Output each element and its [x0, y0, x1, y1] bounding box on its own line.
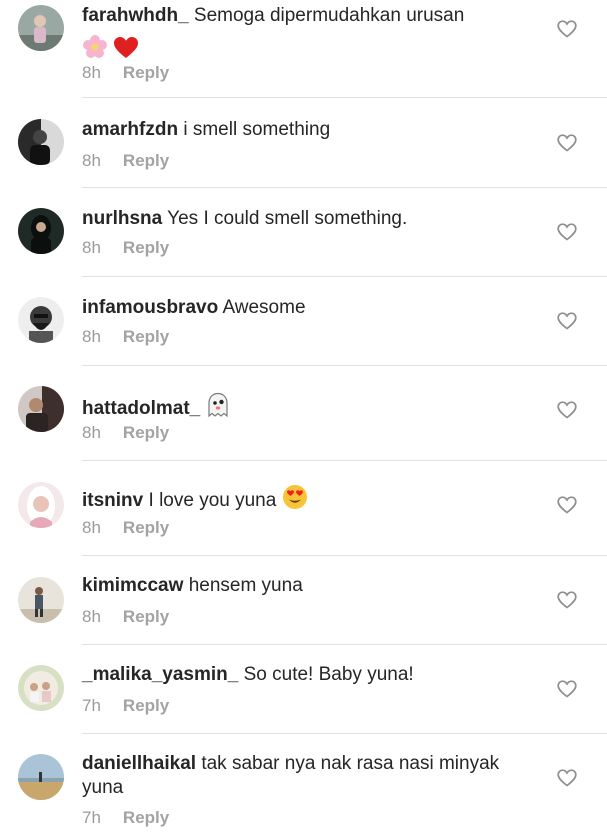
comment-meta: 7h Reply — [82, 808, 169, 828]
comment-meta: 7h Reply — [82, 696, 169, 716]
reply-button[interactable]: Reply — [123, 696, 169, 715]
timestamp: 8h — [82, 327, 101, 346]
comment-row: daniellhaikal tak sabar nya nak rasa nas… — [0, 733, 607, 835]
comment-body: hensem yuna — [188, 575, 303, 596]
username-link[interactable]: daniellhaikal — [82, 753, 196, 774]
comment-row: infamousbravo Awesome 8h Reply — [0, 276, 607, 365]
reply-button[interactable]: Reply — [123, 151, 169, 170]
username-link[interactable]: itsninv — [82, 490, 143, 511]
comment-row: itsninv I love you yuna 8h Reply — [0, 460, 607, 555]
timestamp: 7h — [82, 808, 101, 827]
comment-text: hattadolmat_ — [82, 392, 522, 425]
avatar[interactable] — [18, 119, 64, 165]
avatar[interactable] — [18, 208, 64, 254]
heart-outline-icon[interactable] — [557, 591, 577, 609]
username-link[interactable]: kimimccaw — [82, 575, 183, 596]
username-link[interactable]: infamousbravo — [82, 297, 218, 318]
comment-text: amarhfzdn i smell something — [82, 118, 522, 142]
timestamp: 8h — [82, 63, 101, 82]
timestamp: 7h — [82, 696, 101, 715]
timestamp: 8h — [82, 607, 101, 626]
reply-button[interactable]: Reply — [123, 327, 169, 346]
comment-row: _malika_yasmin_ So cute! Baby yuna! 7h Re… — [0, 644, 607, 733]
comment-text: kimimccaw hensem yuna — [82, 574, 522, 598]
comment-body: i smell something — [183, 119, 331, 140]
comment-meta: 8h Reply — [82, 63, 169, 83]
comment-row: amarhfzdn i smell something 8h Reply — [0, 98, 607, 187]
heart-outline-icon[interactable] — [557, 680, 577, 698]
reply-button[interactable]: Reply — [123, 518, 169, 537]
reply-button[interactable]: Reply — [123, 238, 169, 257]
comment-body: I love you yuna — [148, 490, 277, 511]
comment-body: Awesome — [222, 297, 306, 318]
username-link[interactable]: farahwhdh_ — [82, 5, 189, 26]
avatar[interactable] — [18, 386, 64, 432]
comment-row: hattadolmat_ 8h Reply — [0, 365, 607, 460]
reply-button[interactable]: Reply — [123, 808, 169, 827]
comment-text: daniellhaikal tak sabar nya nak rasa nas… — [82, 752, 522, 800]
comment-text: infamousbravo Awesome — [82, 296, 522, 320]
comment-body: Yes I could smell something. — [167, 208, 408, 229]
heart-outline-icon[interactable] — [557, 769, 577, 787]
avatar[interactable] — [18, 297, 64, 343]
heart-outline-icon[interactable] — [557, 223, 577, 241]
comments-list: farahwhdh_ Semoga dipermudahkan urusan 8… — [0, 0, 607, 835]
comment-meta: 8h Reply — [82, 327, 169, 347]
comment-body: Semoga dipermudahkan urusan — [193, 5, 465, 26]
avatar[interactable] — [18, 482, 64, 528]
heart-outline-icon[interactable] — [557, 496, 577, 514]
comment-meta: 8h Reply — [82, 607, 169, 627]
username-link[interactable]: nurlhsna — [82, 208, 162, 229]
comment-meta: 8h Reply — [82, 151, 169, 171]
reply-button[interactable]: Reply — [123, 607, 169, 626]
comment-meta: 8h Reply — [82, 518, 169, 538]
comment-text: nurlhsna Yes I could smell something. — [82, 207, 522, 231]
heart-outline-icon[interactable] — [557, 134, 577, 152]
comment-body: So cute! Baby yuna! — [243, 664, 414, 685]
comment-row: nurlhsna Yes I could smell something. 8h… — [0, 187, 607, 276]
avatar[interactable] — [18, 665, 64, 711]
username-link[interactable]: _malika_yasmin_ — [82, 664, 238, 685]
comment-meta: 8h Reply — [82, 238, 169, 258]
avatar[interactable] — [18, 577, 64, 623]
username-link[interactable]: hattadolmat_ — [82, 398, 200, 419]
reply-button[interactable]: Reply — [123, 423, 169, 442]
heart-eyes-emoji — [282, 484, 308, 517]
comment-row: kimimccaw hensem yuna 8h Reply — [0, 555, 607, 644]
ghost-emoji — [206, 392, 230, 425]
timestamp: 8h — [82, 238, 101, 257]
avatar[interactable] — [18, 754, 64, 800]
comment-text: farahwhdh_ Semoga dipermudahkan urusan — [82, 4, 522, 67]
heart-outline-icon[interactable] — [557, 20, 577, 38]
reply-button[interactable]: Reply — [123, 63, 169, 82]
comment-meta: 8h Reply — [82, 423, 169, 443]
heart-outline-icon[interactable] — [557, 312, 577, 330]
timestamp: 8h — [82, 518, 101, 537]
heart-outline-icon[interactable] — [557, 401, 577, 419]
comment-text: itsninv I love you yuna — [82, 484, 522, 517]
timestamp: 8h — [82, 151, 101, 170]
comment-text: _malika_yasmin_ So cute! Baby yuna! — [82, 663, 522, 687]
username-link[interactable]: amarhfzdn — [82, 119, 178, 140]
avatar[interactable] — [18, 5, 64, 51]
timestamp: 8h — [82, 423, 101, 442]
comment-row: farahwhdh_ Semoga dipermudahkan urusan 8… — [0, 0, 607, 98]
